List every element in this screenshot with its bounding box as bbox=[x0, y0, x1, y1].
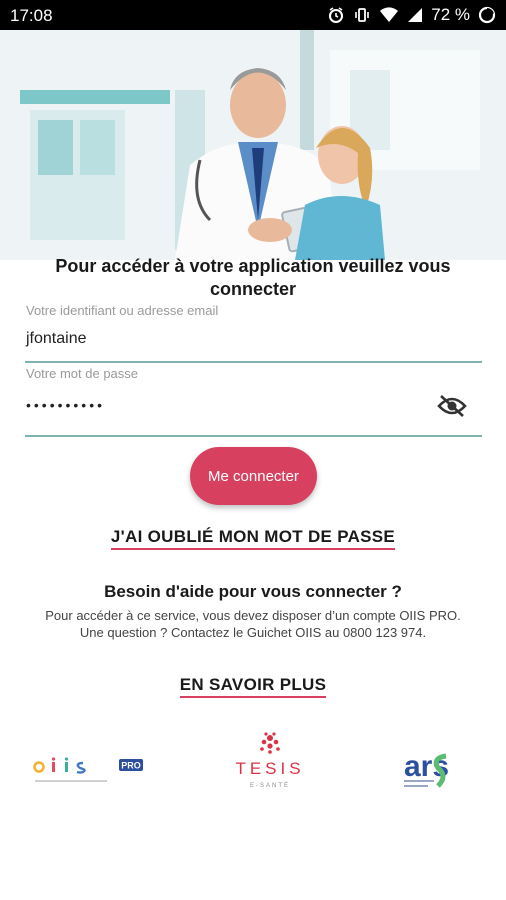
username-underline bbox=[25, 361, 482, 363]
learn-more-link[interactable]: EN SAVOIR PLUS bbox=[179, 675, 327, 698]
login-button[interactable]: Me connecter bbox=[190, 447, 317, 505]
username-input[interactable]: jfontaine bbox=[26, 330, 87, 348]
tesis-logo: TESIS E-SANTÉ bbox=[226, 730, 314, 792]
battery-percent: 72 % bbox=[431, 5, 470, 24]
help-line-2: Une question ? Contactez le Guichet OIIS… bbox=[79, 625, 427, 640]
tesis-subtitle: E-SANTÉ bbox=[250, 782, 290, 789]
signal-icon bbox=[407, 6, 423, 24]
status-time: 17:08 bbox=[10, 6, 53, 25]
eye-off-icon[interactable] bbox=[437, 393, 467, 419]
password-input[interactable]: •••••••••• bbox=[26, 397, 105, 413]
wifi-icon bbox=[379, 6, 399, 24]
status-icons: 72 % bbox=[327, 5, 496, 25]
vibrate-icon bbox=[353, 6, 371, 24]
password-underline bbox=[25, 435, 482, 437]
forgot-password-link[interactable]: J'AI OUBLIÉ MON MOT DE PASSE bbox=[110, 527, 396, 550]
page-title: Pour accéder à votre application veuille… bbox=[55, 256, 451, 299]
help-line-1: Pour accéder à ce service, vous devez di… bbox=[45, 608, 461, 623]
password-label: Votre mot de passe bbox=[26, 366, 139, 381]
oiis-pro-logo: PRO bbox=[33, 756, 145, 786]
tesis-wordmark: TESIS bbox=[235, 759, 304, 778]
ars-logo: ars bbox=[402, 748, 474, 792]
alarm-icon bbox=[327, 6, 345, 24]
username-label: Votre identifiant ou adresse email bbox=[26, 303, 219, 318]
hero-image bbox=[0, 30, 506, 260]
battery-icon bbox=[478, 6, 496, 24]
help-text: Pour accéder à ce service, vous devez di… bbox=[30, 607, 476, 641]
forgot-password-row: J'AI OUBLIÉ MON MOT DE PASSE bbox=[0, 527, 506, 550]
oiis-badge: PRO bbox=[121, 761, 141, 771]
status-bar: 17:08 72 % bbox=[0, 0, 506, 30]
help-title: Besoin d'aide pour vous connecter ? bbox=[104, 582, 402, 601]
learn-more-row: EN SAVOIR PLUS bbox=[0, 675, 506, 698]
